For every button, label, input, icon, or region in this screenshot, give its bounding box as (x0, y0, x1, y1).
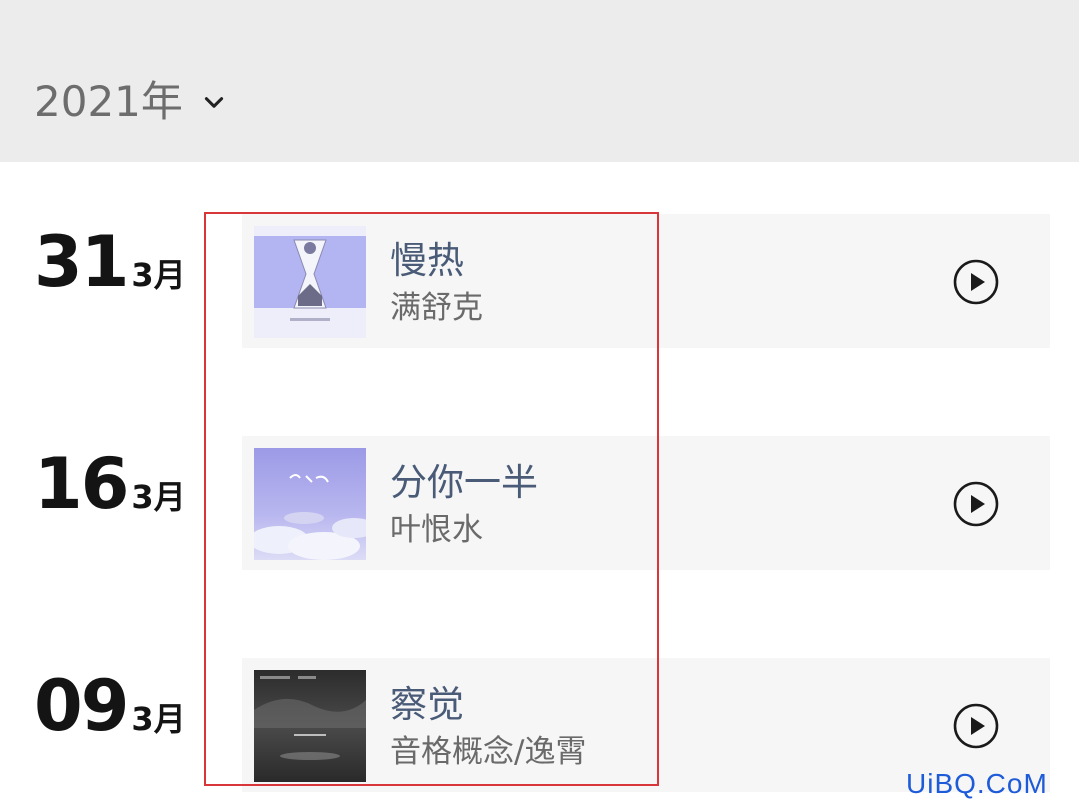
site-watermark: UiBQ.CoM (906, 768, 1048, 799)
play-circle-icon[interactable] (952, 480, 1000, 528)
chevron-down-icon (204, 97, 223, 108)
year-label: 2021年 (34, 77, 183, 126)
album-cover (254, 448, 366, 560)
song-card[interactable]: 慢热 满舒克 (242, 214, 1050, 348)
album-cover (254, 226, 366, 338)
entry-day: 09 (34, 665, 129, 747)
song-artist: 满舒克 (390, 290, 483, 326)
year-header: 2021年 (0, 0, 1079, 162)
history-entry: 31 3月 慢热 满舒克 (0, 214, 1079, 354)
entry-date: 31 3月 (34, 222, 186, 302)
entry-day: 16 (34, 443, 129, 525)
entry-day: 31 (34, 221, 129, 303)
song-artist: 音格概念/逸霄 (390, 734, 587, 770)
play-circle-icon[interactable] (952, 258, 1000, 306)
song-card[interactable]: 分你一半 叶恨水 (242, 436, 1050, 570)
entry-month: 3月 (131, 256, 186, 294)
song-title: 察觉 (390, 683, 464, 726)
song-title: 慢热 (390, 239, 464, 282)
song-title: 分你一半 (390, 461, 538, 504)
entry-month: 3月 (131, 478, 186, 516)
history-entry: 16 3月 分你一半 叶恨水 (0, 436, 1079, 576)
play-circle-icon[interactable] (952, 702, 1000, 750)
album-cover (254, 670, 366, 782)
year-dropdown[interactable]: 2021年 (34, 74, 227, 130)
song-artist: 叶恨水 (390, 512, 483, 548)
entry-date: 09 3月 (34, 666, 186, 746)
entry-date: 16 3月 (34, 444, 186, 524)
entry-month: 3月 (131, 700, 186, 738)
screen: 2021年 31 3月 慢热 满舒克 16 3月 分你一半 叶恨水 09 3月 … (0, 0, 1079, 810)
